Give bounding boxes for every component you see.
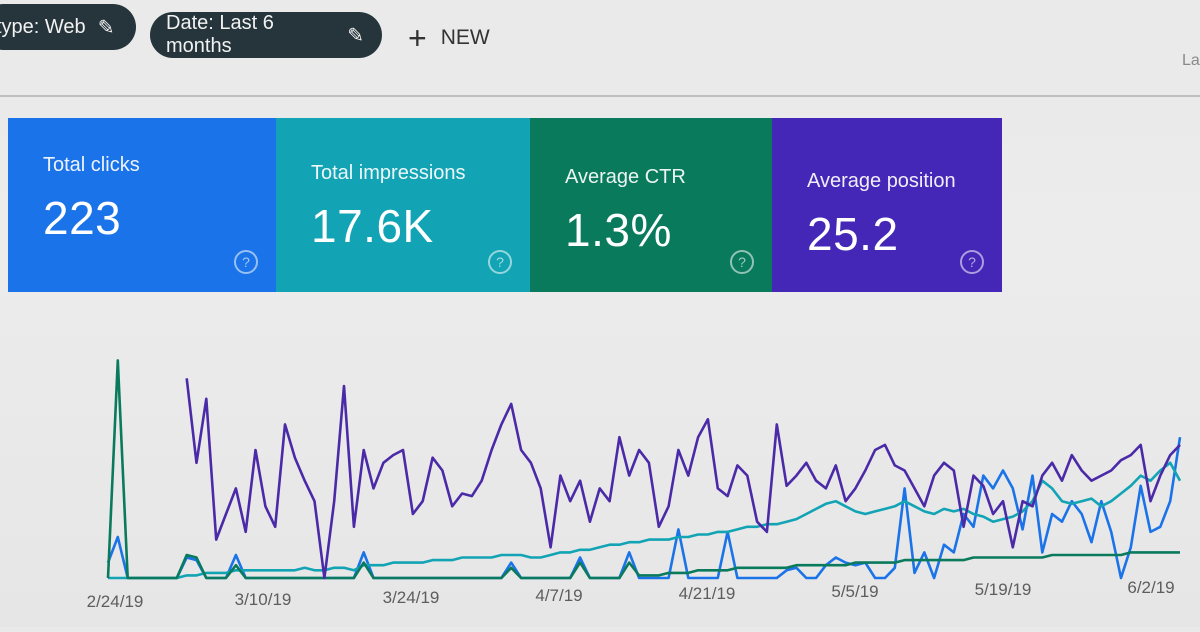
x-tick-label: 5/5/19 bbox=[831, 582, 879, 601]
new-filter-button[interactable]: + NEW bbox=[408, 20, 490, 56]
metric-label: Average position bbox=[807, 170, 956, 192]
metric-cards: Total clicks 223 ? Total impressions 17.… bbox=[8, 118, 1002, 292]
series-line-average-ctr bbox=[106, 359, 1180, 580]
plus-icon: + bbox=[408, 20, 427, 56]
metric-value: 1.3% bbox=[565, 204, 672, 256]
metric-value: 17.6K bbox=[311, 200, 434, 252]
metric-card-total-clicks[interactable]: Total clicks 223 ? bbox=[8, 118, 276, 292]
help-circle-icon[interactable]: ? bbox=[730, 250, 754, 274]
help-circle-icon[interactable]: ? bbox=[234, 250, 258, 274]
filter-bar: type: Web ✎ Date: Last 6 months ✎ + NEW … bbox=[0, 0, 1200, 97]
performance-chart-svg bbox=[106, 359, 1182, 580]
help-circle-icon[interactable]: ? bbox=[960, 250, 984, 274]
x-tick-label: 4/21/19 bbox=[678, 584, 736, 603]
x-tick-label: 4/7/19 bbox=[535, 586, 583, 605]
pencil-icon[interactable]: ✎ bbox=[98, 15, 115, 40]
last-updated-text: La bbox=[1182, 52, 1200, 69]
filter-chip-search-type[interactable]: type: Web ✎ bbox=[0, 4, 136, 50]
filter-chip-label: Date: Last 6 months bbox=[166, 12, 274, 57]
pencil-icon[interactable]: ✎ bbox=[347, 23, 364, 48]
x-tick-label: 5/19/19 bbox=[974, 580, 1032, 599]
filter-chip-label: type: Web bbox=[0, 15, 86, 38]
filter-chip-date[interactable]: Date: Last 6 months ✎ bbox=[150, 12, 382, 58]
metric-value: 223 bbox=[43, 192, 122, 244]
metric-card-average-ctr[interactable]: Average CTR 1.3% ? bbox=[530, 118, 772, 292]
metric-label: Total impressions bbox=[311, 162, 466, 184]
performance-chart: 2/24/19 3/10/19 3/24/19 4/7/19 4/21/19 5/5/19… bbox=[0, 292, 1200, 627]
metric-label: Total clicks bbox=[43, 154, 140, 176]
metric-card-total-impressions[interactable]: Total impressions 17.6K ? bbox=[276, 118, 530, 292]
metric-label: Average CTR bbox=[565, 166, 686, 188]
metric-card-average-position[interactable]: Average position 25.2 ? bbox=[772, 118, 1002, 292]
x-tick-label: 6/2/19 bbox=[1127, 578, 1175, 597]
x-tick-label: 2/24/19 bbox=[86, 592, 144, 611]
new-filter-label: NEW bbox=[440, 26, 490, 49]
x-tick-label: 3/10/19 bbox=[234, 590, 292, 609]
help-circle-icon[interactable]: ? bbox=[488, 250, 512, 274]
x-tick-label: 3/24/19 bbox=[382, 588, 440, 607]
